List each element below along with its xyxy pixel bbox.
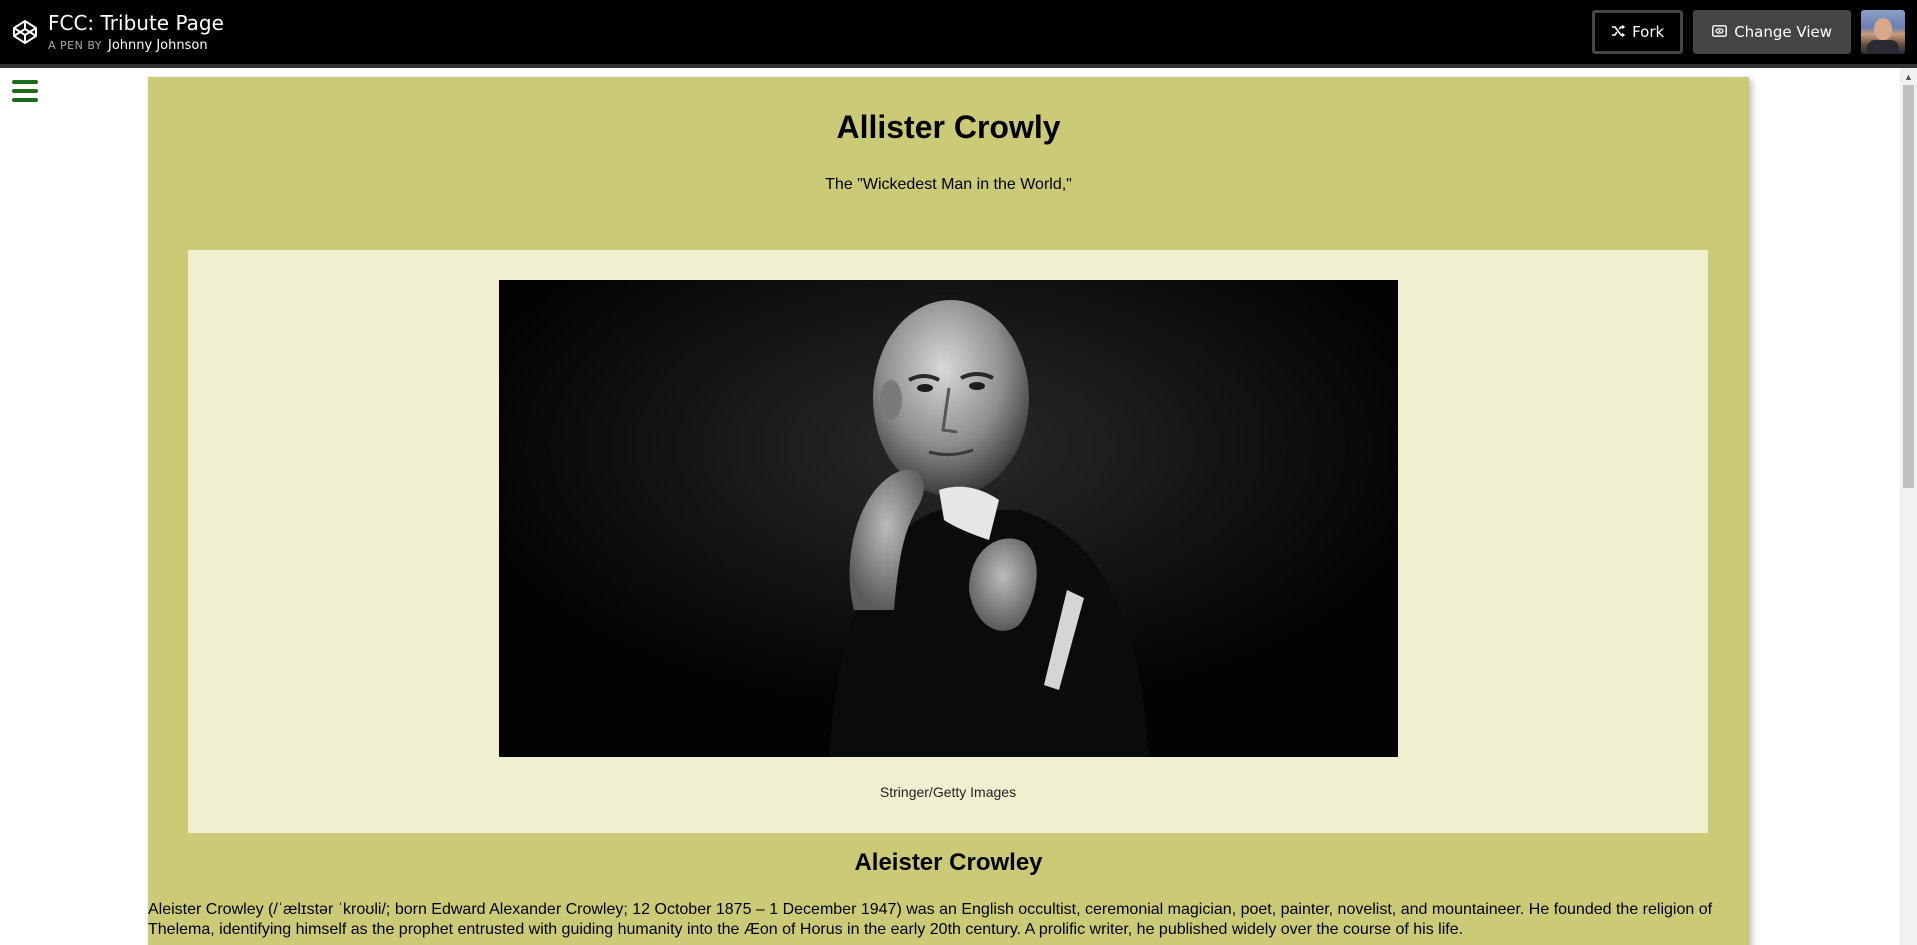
- crowley-portrait-image: [499, 280, 1398, 757]
- codepen-logo-icon[interactable]: [12, 19, 38, 45]
- fork-label: Fork: [1632, 23, 1665, 41]
- change-view-button[interactable]: Change View: [1693, 10, 1851, 54]
- page-subtitle: The "Wickedest Man in the World,": [825, 176, 1072, 193]
- pen-info: FCC: Tribute Page A PEN BY Johnny Johnso…: [48, 12, 224, 53]
- eye-icon: [1712, 23, 1728, 41]
- fork-button[interactable]: Fork: [1592, 10, 1684, 54]
- image-caption: Stringer/Getty Images: [879, 784, 1017, 800]
- scroll-up-arrow-icon[interactable]: ▲: [1900, 68, 1917, 85]
- user-avatar[interactable]: [1861, 10, 1905, 54]
- bio-heading: Aleister Crowley: [854, 849, 1043, 876]
- bio-paragraph: Aleister Crowley (/ˈælɪstər ˈkroʊli/; bo…: [148, 901, 1713, 938]
- fork-icon: [1611, 23, 1626, 41]
- hamburger-menu-icon[interactable]: [12, 80, 38, 102]
- change-view-label: Change View: [1734, 23, 1832, 41]
- image-container: Stringer/Getty Images: [188, 250, 1708, 833]
- tribute-main: Allister Crowly The "Wickedest Man in th…: [148, 77, 1749, 945]
- pen-author-line: A PEN BY Johnny Johnson: [48, 38, 224, 53]
- page-title: Allister Crowly: [836, 109, 1061, 145]
- pen-preview: Allister Crowly The "Wickedest Man in th…: [0, 68, 1917, 945]
- author-link[interactable]: Johnny Johnson: [108, 38, 208, 53]
- scroll-thumb[interactable]: [1903, 85, 1914, 488]
- pen-title[interactable]: FCC: Tribute Page: [48, 12, 224, 34]
- codepen-header: FCC: Tribute Page A PEN BY Johnny Johnso…: [0, 0, 1917, 64]
- header-actions: Fork Change View: [1592, 10, 1905, 54]
- preview-scrollbar[interactable]: ▲: [1900, 68, 1917, 945]
- by-label: A PEN BY: [48, 38, 102, 52]
